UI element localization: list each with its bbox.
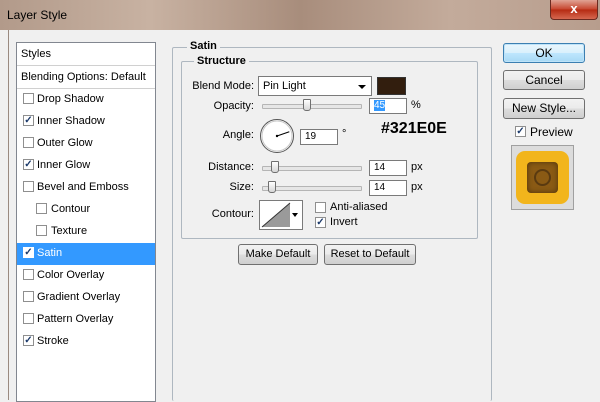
preview-label: Preview bbox=[530, 125, 573, 139]
ok-button[interactable]: OK bbox=[503, 43, 585, 63]
style-item-drop-shadow[interactable]: Drop Shadow bbox=[17, 89, 155, 111]
color-caption: #321E0E bbox=[381, 120, 447, 137]
make-default-button[interactable]: Make Default bbox=[238, 244, 318, 265]
style-item-inner-shadow[interactable]: ✓ Inner Shadow bbox=[17, 111, 155, 133]
blending-options-item[interactable]: Blending Options: Default bbox=[17, 66, 155, 89]
contour-picker[interactable] bbox=[259, 200, 303, 230]
style-item-label: Satin bbox=[37, 247, 63, 259]
distance-unit: px bbox=[411, 161, 423, 173]
new-style-button[interactable]: New Style... bbox=[503, 98, 585, 119]
style-item-contour[interactable]: Contour bbox=[17, 199, 155, 221]
preview-swatch-icon bbox=[511, 145, 574, 210]
styles-header[interactable]: Styles bbox=[17, 43, 155, 66]
style-checkbox[interactable] bbox=[23, 269, 34, 280]
style-checkbox[interactable] bbox=[23, 291, 34, 302]
style-checkbox[interactable] bbox=[36, 225, 47, 236]
style-item-color-overlay[interactable]: Color Overlay bbox=[17, 265, 155, 287]
size-label: Size: bbox=[229, 181, 254, 193]
blending-options-label: Blending Options: Default bbox=[21, 71, 146, 83]
blend-mode-select[interactable]: Pin Light bbox=[258, 76, 372, 96]
size-input[interactable]: 14 bbox=[369, 180, 407, 196]
title-bar: Layer Style x bbox=[0, 0, 600, 30]
style-checkbox[interactable] bbox=[36, 203, 47, 214]
style-checkbox[interactable] bbox=[23, 313, 34, 324]
preview-checkbox[interactable]: ✓ bbox=[515, 126, 526, 137]
style-item-label: Inner Shadow bbox=[37, 115, 105, 127]
distance-slider-thumb[interactable] bbox=[271, 161, 279, 173]
style-item-label: Gradient Overlay bbox=[37, 291, 121, 303]
size-slider-thumb[interactable] bbox=[268, 181, 276, 193]
style-item-label: Outer Glow bbox=[37, 137, 93, 149]
opacity-unit: % bbox=[411, 99, 421, 111]
opacity-slider-thumb[interactable] bbox=[303, 99, 312, 111]
blend-mode-label: Blend Mode: bbox=[192, 80, 254, 92]
size-unit: px bbox=[411, 181, 423, 193]
angle-dial-icon[interactable] bbox=[259, 118, 295, 154]
blend-mode-value: Pin Light bbox=[263, 80, 306, 92]
angle-unit: ° bbox=[342, 128, 347, 140]
chevron-down-icon[interactable] bbox=[292, 213, 298, 217]
distance-input[interactable]: 14 bbox=[369, 160, 407, 176]
satin-title: Satin bbox=[187, 40, 220, 52]
style-item-label: Pattern Overlay bbox=[37, 313, 114, 325]
distance-label: Distance: bbox=[208, 161, 254, 173]
style-item-bevel-and-emboss[interactable]: Bevel and Emboss bbox=[17, 177, 155, 199]
style-item-texture[interactable]: Texture bbox=[17, 221, 155, 243]
opacity-input[interactable]: 45 bbox=[369, 98, 407, 114]
cancel-button[interactable]: Cancel bbox=[503, 70, 585, 90]
opacity-label: Opacity: bbox=[213, 100, 254, 112]
style-item-inner-glow[interactable]: ✓ Inner Glow bbox=[17, 155, 155, 177]
distance-value: 14 bbox=[374, 162, 386, 173]
size-value: 14 bbox=[374, 182, 386, 193]
style-item-label: Drop Shadow bbox=[37, 93, 104, 105]
style-item-label: Stroke bbox=[37, 335, 69, 347]
anti-aliased-label: Anti-aliased bbox=[330, 201, 388, 213]
style-item-label: Inner Glow bbox=[37, 159, 91, 171]
style-item-gradient-overlay[interactable]: Gradient Overlay bbox=[17, 287, 155, 309]
close-icon[interactable]: x bbox=[550, 0, 598, 20]
style-item-label: Texture bbox=[51, 225, 88, 237]
size-slider-track[interactable] bbox=[262, 186, 362, 191]
style-item-outer-glow[interactable]: Outer Glow bbox=[17, 133, 155, 155]
style-checkbox[interactable] bbox=[23, 93, 34, 104]
contour-label: Contour: bbox=[211, 208, 254, 220]
angle-label: Angle: bbox=[222, 129, 254, 141]
chevron-down-icon bbox=[358, 85, 366, 89]
style-item-label: Color Overlay bbox=[37, 269, 105, 281]
style-checkbox[interactable]: ✓ bbox=[23, 335, 34, 346]
style-checkbox[interactable] bbox=[23, 181, 34, 192]
opacity-value: 45 bbox=[374, 100, 386, 111]
style-checkbox[interactable]: ✓ bbox=[23, 159, 34, 170]
style-checkbox[interactable]: ✓ bbox=[23, 247, 34, 258]
structure-title: Structure bbox=[194, 55, 249, 67]
style-checkbox[interactable]: ✓ bbox=[23, 115, 34, 126]
reset-to-default-button[interactable]: Reset to Default bbox=[324, 244, 416, 265]
style-item-stroke[interactable]: ✓ Stroke bbox=[17, 331, 155, 353]
style-item-satin[interactable]: ✓ Satin bbox=[17, 243, 155, 265]
style-checkbox[interactable] bbox=[23, 137, 34, 148]
anti-aliased-checkbox[interactable] bbox=[315, 202, 326, 213]
opacity-slider-track[interactable] bbox=[262, 104, 362, 109]
blend-color-swatch[interactable] bbox=[377, 77, 406, 95]
window-title: Layer Style bbox=[7, 8, 68, 22]
styles-list: Styles Blending Options: Default Drop Sh… bbox=[16, 42, 156, 402]
styles-header-label: Styles bbox=[21, 48, 51, 60]
style-item-pattern-overlay[interactable]: Pattern Overlay bbox=[17, 309, 155, 331]
style-item-label: Bevel and Emboss bbox=[37, 181, 129, 193]
style-item-label: Contour bbox=[51, 203, 91, 215]
angle-input[interactable]: 19 bbox=[300, 129, 338, 145]
angle-value: 19 bbox=[305, 131, 317, 142]
invert-label: Invert bbox=[330, 216, 358, 228]
invert-checkbox[interactable]: ✓ bbox=[315, 217, 326, 228]
